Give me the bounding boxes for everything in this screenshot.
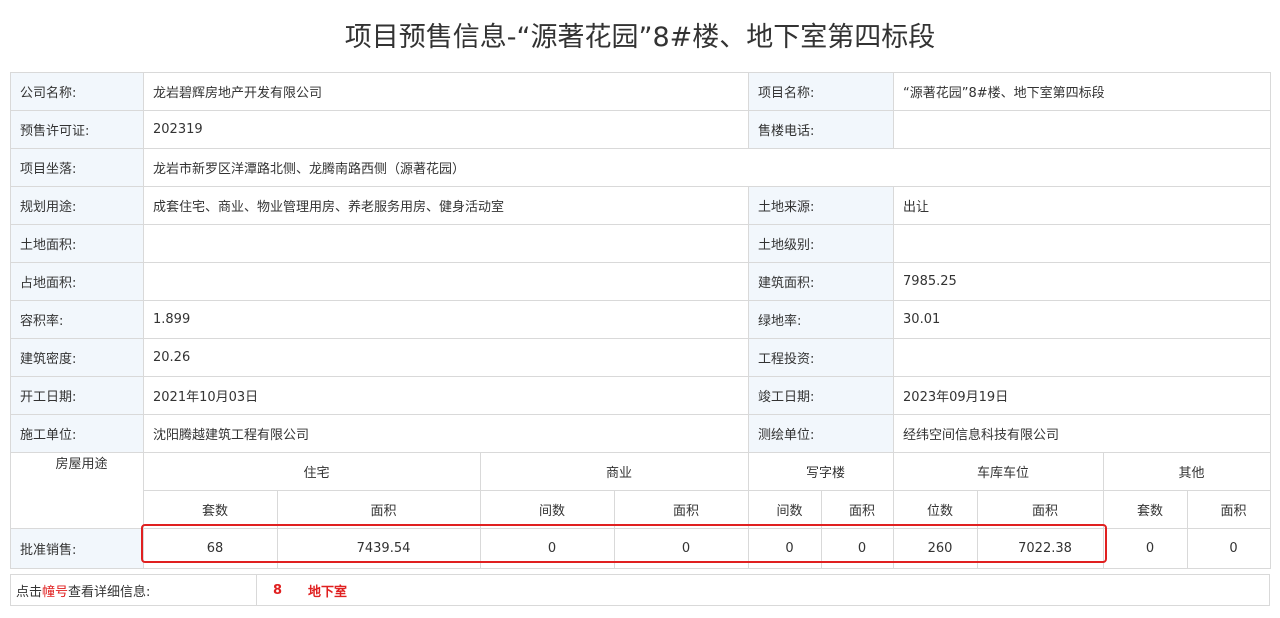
sales-subheader: 间数	[748, 490, 823, 529]
info-row: 公司名称: 龙岩碧辉房地产开发有限公司 项目名称: “源著花园”8#楼、地下室第四标段	[10, 72, 1272, 111]
info-row: 施工单位: 沈阳腾越建筑工程有限公司 测绘单位: 经纬空间信息科技有限公司	[10, 414, 1272, 453]
field-label: 竣工日期:	[748, 376, 895, 415]
info-row: 占地面积: 建筑面积: 7985.25	[10, 262, 1272, 301]
sales-value-cell: 0	[1103, 528, 1189, 569]
field-value	[142, 262, 750, 301]
field-value: “源著花园”8#楼、地下室第四标段	[893, 72, 1272, 111]
sales-subheader: 套数	[1103, 490, 1189, 529]
usage-header: 房屋用途	[10, 452, 144, 529]
sales-subheader-row: 套数 面积 间数 面积 间数 面积 位数 面积 套数 面积	[11, 490, 1272, 529]
sales-subheader: 间数	[480, 490, 615, 529]
field-label: 项目名称:	[748, 72, 895, 111]
sales-value-cell: 68	[143, 528, 278, 569]
project-info-table: 公司名称: 龙岩碧辉房地产开发有限公司 项目名称: “源著花园”8#楼、地下室第四标段…	[10, 72, 1272, 569]
sales-subheader: 面积	[1187, 490, 1272, 529]
info-row: 预售许可证: 202319 售楼电话:	[10, 110, 1272, 149]
sales-group-header: 车库车位	[893, 452, 1105, 491]
field-value: 30.01	[893, 300, 1272, 339]
field-label: 土地来源:	[748, 186, 895, 225]
building-links-label: 点击 幢号 查看详细信息:	[11, 575, 257, 605]
field-label: 规划用途:	[10, 186, 144, 225]
info-row: 规划用途: 成套住宅、商业、物业管理用房、养老服务用房、健身活动室 土地来源: 出让	[10, 186, 1272, 225]
footer-highlight: 幢号	[42, 584, 69, 600]
sales-subheader: 面积	[821, 490, 895, 529]
approved-sales-row: 批准销售: 68 7439.54 0 0 0 0 260 7022.38 0 0	[10, 528, 1272, 569]
sales-group-header: 写字楼	[748, 452, 895, 491]
footer-suffix: 查看详细信息:	[68, 584, 151, 600]
field-label: 容积率:	[10, 300, 144, 339]
page-title: 项目预售信息-“源著花园”8#楼、地下室第四标段	[344, 22, 936, 53]
info-row: 建筑密度: 20.26 工程投资:	[10, 338, 1272, 377]
field-value: 经纬空间信息科技有限公司	[893, 414, 1272, 453]
field-label: 土地面积:	[10, 224, 144, 263]
sales-value-cell: 7439.54	[277, 528, 481, 569]
sales-value-cell: 7022.38	[977, 528, 1105, 569]
sales-group-header: 其他	[1103, 452, 1272, 491]
field-value: 沈阳腾越建筑工程有限公司	[142, 414, 750, 453]
field-value	[893, 224, 1272, 263]
field-label: 施工单位:	[10, 414, 144, 453]
sales-value-cell: 0	[613, 528, 750, 569]
building-link-8[interactable]: 8	[273, 583, 282, 598]
field-value: 2021年10月03日	[142, 376, 750, 415]
sales-subheader: 面积	[277, 490, 481, 529]
field-value	[893, 110, 1272, 149]
field-value: 成套住宅、商业、物业管理用房、养老服务用房、健身活动室	[142, 186, 750, 225]
field-value	[893, 338, 1272, 377]
info-row: 土地面积: 土地级别:	[10, 224, 1272, 263]
sales-value-cell: 0	[1187, 528, 1272, 569]
field-value	[142, 224, 750, 263]
sales-value-cell: 0	[480, 528, 615, 569]
field-value: 龙岩市新罗区洋潭路北侧、龙腾南路西侧（源著花园）	[142, 148, 1272, 187]
sales-value-cell: 0	[748, 528, 823, 569]
field-label: 开工日期:	[10, 376, 144, 415]
field-label: 建筑密度:	[10, 338, 144, 377]
sales-group-header-row: 房屋用途 住宅 商业 写字楼 车库车位 其他	[10, 452, 1272, 529]
field-label: 建筑面积:	[748, 262, 895, 301]
info-row: 项目坐落: 龙岩市新罗区洋潭路北侧、龙腾南路西侧（源著花园）	[10, 148, 1272, 187]
field-value: 龙岩碧辉房地产开发有限公司	[142, 72, 750, 111]
sales-group-header: 商业	[479, 452, 750, 491]
field-value: 7985.25	[893, 262, 1272, 301]
field-label: 售楼电话:	[748, 110, 895, 149]
sales-value-cell: 260	[893, 528, 979, 569]
building-link-basement[interactable]: 地下室	[308, 581, 347, 600]
sales-subheader: 面积	[613, 490, 750, 529]
field-label: 土地级别:	[748, 224, 895, 263]
info-row: 开工日期: 2021年10月03日 竣工日期: 2023年09月19日	[10, 376, 1272, 415]
sales-subheader: 位数	[893, 490, 979, 529]
building-links-bar: 点击 幢号 查看详细信息: 8 地下室	[10, 574, 1270, 606]
field-value: 20.26	[142, 338, 750, 377]
sales-subheader: 套数	[143, 490, 278, 529]
sales-group-header: 住宅	[143, 452, 481, 491]
field-label: 预售许可证:	[10, 110, 144, 149]
field-value: 2023年09月19日	[893, 376, 1272, 415]
sales-subheader: 面积	[977, 490, 1105, 529]
field-label: 公司名称:	[10, 72, 144, 111]
approved-sales-label: 批准销售:	[10, 528, 144, 569]
field-label: 绿地率:	[748, 300, 895, 339]
field-value: 出让	[893, 186, 1272, 225]
sales-value-cell: 0	[821, 528, 895, 569]
footer-prefix: 点击	[16, 584, 43, 600]
field-label: 项目坐落:	[10, 148, 144, 187]
field-value: 202319	[142, 110, 750, 149]
info-row: 容积率: 1.899 绿地率: 30.01	[10, 300, 1272, 339]
field-label: 测绘单位:	[748, 414, 895, 453]
field-label: 占地面积:	[10, 262, 144, 301]
field-label: 工程投资:	[748, 338, 895, 377]
field-value: 1.899	[142, 300, 750, 339]
